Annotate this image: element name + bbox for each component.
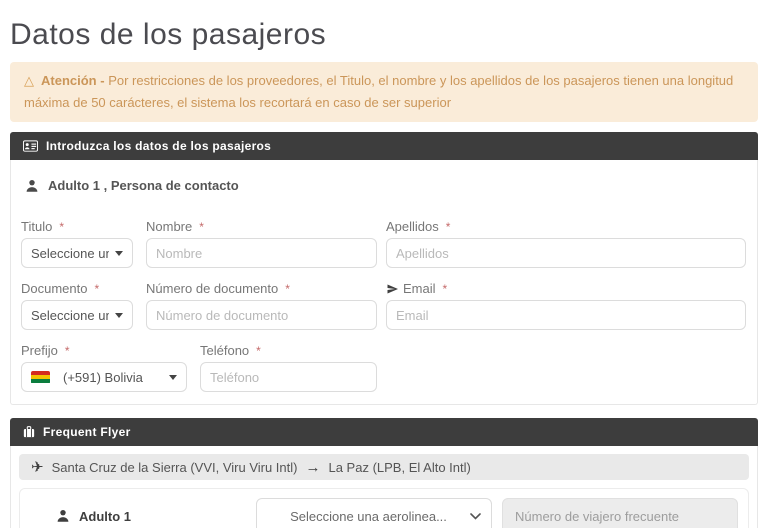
field-prefijo: Prefijo * (+591) Bolivia: [21, 343, 187, 392]
person-icon: [25, 179, 39, 193]
paper-plane-icon: [386, 283, 399, 295]
field-email: Email *: [386, 281, 746, 330]
required-mark: *: [94, 282, 99, 296]
form-row-1: Titulo * Seleccione uno.. Nombre *: [21, 219, 747, 268]
required-mark: *: [285, 282, 290, 296]
telefono-label: Teléfono *: [200, 343, 377, 358]
email-input[interactable]: [386, 300, 746, 330]
ff-passenger-label: Adulto 1: [79, 509, 131, 524]
chevron-down-icon: [470, 513, 481, 520]
field-apellidos: Apellidos *: [386, 219, 746, 268]
apellidos-input[interactable]: [386, 238, 746, 268]
form-row-3: Prefijo * (+591) Bolivia Teléfono *: [21, 343, 747, 392]
airline-select[interactable]: Seleccione una aerolinea...: [256, 498, 492, 528]
passenger-panel-title: Introduzca los datos de los pasajeros: [46, 139, 271, 153]
route-destination: La Paz (LPB, El Alto Intl): [328, 460, 470, 475]
form-row-2: Documento * Seleccione uno Número de doc…: [21, 281, 747, 330]
email-label: Email *: [386, 281, 746, 296]
prefijo-label: Prefijo *: [21, 343, 187, 358]
frequent-flyer-panel: Frequent Flyer ✈ Santa Cruz de la Sierra…: [10, 418, 758, 528]
frequent-flyer-body: ✈ Santa Cruz de la Sierra (VVI, Viru Vir…: [10, 446, 758, 528]
apellidos-label: Apellidos *: [386, 219, 746, 234]
frequent-flyer-header: Frequent Flyer: [10, 418, 758, 446]
alert-title: Atención -: [41, 73, 105, 88]
required-mark: *: [446, 220, 451, 234]
required-mark: *: [65, 344, 70, 358]
passenger-data-page: Datos de los pasajeros △ Atención - Por r…: [0, 0, 768, 528]
ff-passenger: Adulto 1: [56, 509, 131, 524]
field-documento: Documento * Seleccione uno: [21, 281, 133, 330]
numero-documento-input[interactable]: [146, 300, 377, 330]
passenger-panel-body: Adulto 1 , Persona de contacto Titulo * …: [10, 160, 758, 405]
titulo-select[interactable]: Seleccione uno..: [21, 238, 133, 268]
person-icon: [56, 509, 70, 523]
required-mark: *: [59, 220, 64, 234]
titulo-label: Titulo *: [21, 219, 133, 234]
alert-text: Por restricciones de los proveedores, el…: [24, 73, 733, 110]
nombre-input[interactable]: [146, 238, 377, 268]
documento-select[interactable]: Seleccione uno: [21, 300, 133, 330]
plane-icon: ✈: [31, 458, 44, 476]
suitcase-icon: [23, 426, 35, 438]
nombre-label: Nombre *: [146, 219, 377, 234]
telefono-input[interactable]: [200, 362, 377, 392]
passenger-subheader: Adulto 1 , Persona de contacto: [25, 178, 747, 193]
passenger-data-panel: Introduzca los datos de los pasajeros Ad…: [10, 132, 758, 405]
bolivia-flag-icon: [31, 371, 50, 384]
passenger-subheader-label: Adulto 1 , Persona de contacto: [48, 178, 239, 193]
field-titulo: Titulo * Seleccione uno..: [21, 219, 133, 268]
field-nombre: Nombre *: [146, 219, 377, 268]
route-origin: Santa Cruz de la Sierra (VVI, Viru Viru …: [52, 460, 298, 475]
frequent-flyer-row: Adulto 1 Seleccione una aerolinea...: [19, 488, 749, 528]
required-mark: *: [443, 282, 448, 296]
warning-triangle-icon: △: [24, 70, 34, 92]
id-card-icon: [23, 140, 38, 152]
ff-number-input[interactable]: [502, 498, 738, 528]
page-title: Datos de los pasajeros: [10, 0, 758, 62]
numero-documento-label: Número de documento *: [146, 281, 377, 296]
prefijo-select[interactable]: (+591) Bolivia: [21, 362, 187, 392]
flight-route-bar: ✈ Santa Cruz de la Sierra (VVI, Viru Vir…: [19, 454, 749, 480]
required-mark: *: [199, 220, 204, 234]
attention-alert: △ Atención - Por restricciones de los pro…: [10, 62, 758, 122]
documento-label: Documento *: [21, 281, 133, 296]
caret-down-icon: [169, 375, 177, 380]
passenger-panel-header: Introduzca los datos de los pasajeros: [10, 132, 758, 160]
caret-down-icon: [115, 313, 123, 318]
field-numero-documento: Número de documento *: [146, 281, 377, 330]
route-arrow-icon: →: [305, 459, 320, 476]
frequent-flyer-title: Frequent Flyer: [43, 425, 131, 439]
caret-down-icon: [115, 251, 123, 256]
required-mark: *: [256, 344, 261, 358]
field-telefono: Teléfono *: [200, 343, 377, 392]
